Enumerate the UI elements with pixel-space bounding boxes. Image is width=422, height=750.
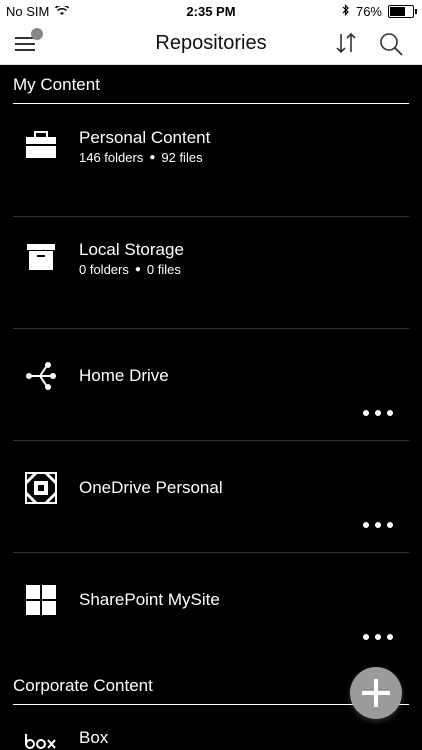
- navigation-bar: Repositories: [0, 22, 422, 65]
- more-options-button[interactable]: [363, 632, 395, 642]
- repository-counts: 146 folders ● 92 files: [79, 150, 203, 165]
- sharepoint-grid-icon: [24, 583, 58, 617]
- more-options-button[interactable]: [363, 408, 395, 418]
- repository-counts: 0 folders ● 0 files: [79, 262, 181, 277]
- repository-title: SharePoint MySite: [79, 590, 220, 609]
- battery-percent: 76%: [355, 4, 382, 19]
- repository-home-drive[interactable]: Home Drive: [0, 329, 422, 441]
- bluetooth-icon: [342, 4, 350, 19]
- repository-title: Home Drive: [79, 366, 169, 385]
- box-logo-icon: [24, 732, 58, 750]
- repository-onedrive-personal[interactable]: OneDrive Personal: [0, 441, 422, 553]
- repository-sharepoint-mysite[interactable]: SharePoint MySite: [0, 553, 422, 665]
- repository-title: Box: [79, 728, 109, 747]
- add-repository-button[interactable]: [350, 667, 402, 719]
- repository-title: Local Storage: [79, 240, 184, 259]
- network-share-icon: [24, 359, 58, 393]
- page-title: Repositories: [155, 32, 267, 54]
- search-icon[interactable]: [378, 31, 404, 62]
- repository-title: OneDrive Personal: [79, 478, 223, 497]
- archive-box-icon: [24, 240, 58, 274]
- folder-count: 146 folders: [79, 150, 144, 165]
- more-icon: [363, 522, 369, 528]
- briefcase-icon: [24, 128, 58, 162]
- battery-icon: [388, 5, 417, 18]
- more-options-button[interactable]: [363, 520, 395, 530]
- section-my-content: My Content: [13, 75, 100, 94]
- status-bar: No SIM 2:35 PM 76%: [0, 0, 422, 22]
- repository-title: Personal Content: [79, 128, 211, 147]
- folder-count: 0 folders: [79, 262, 129, 277]
- onedrive-icon: [24, 471, 58, 505]
- file-count: 0 files: [146, 262, 181, 277]
- repository-personal-content[interactable]: Personal Content 146 folders ● 92 files: [0, 105, 422, 217]
- more-icon: [363, 634, 369, 640]
- file-count: 92 files: [161, 150, 203, 165]
- repository-local-storage[interactable]: Local Storage 0 folders ● 0 files: [0, 217, 422, 329]
- section-divider: [13, 704, 409, 705]
- section-divider: [13, 103, 409, 104]
- sort-icon[interactable]: [334, 31, 358, 60]
- more-icon: [363, 410, 369, 416]
